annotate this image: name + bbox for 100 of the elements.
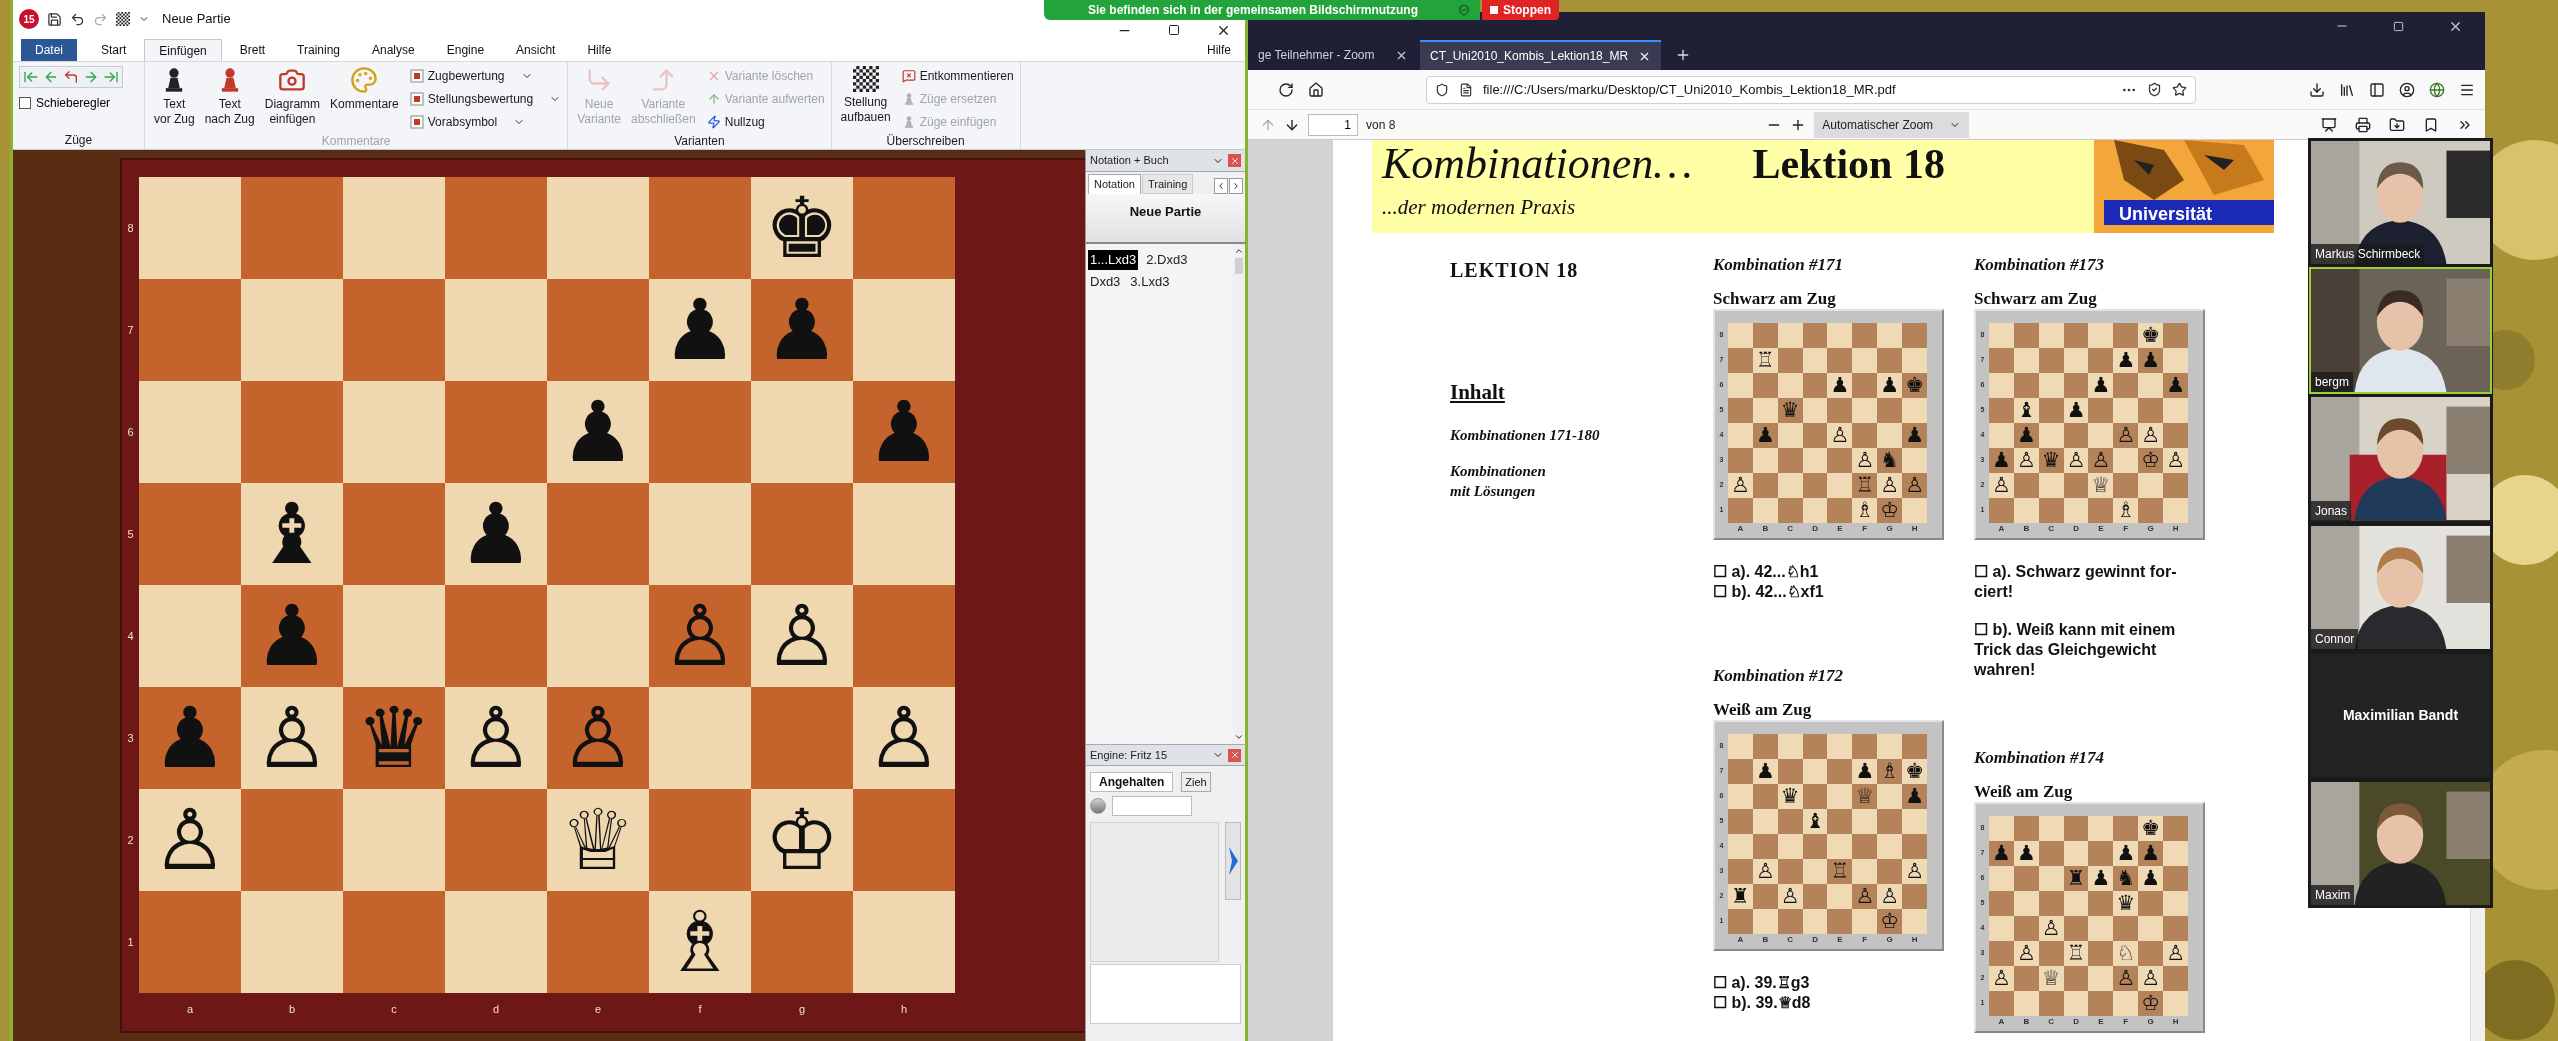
checkbox[interactable] xyxy=(19,97,31,109)
chess-piece[interactable]: ♟ xyxy=(458,492,534,576)
chess-piece[interactable]: ♟ xyxy=(866,390,942,474)
video-tile[interactable]: Maxim xyxy=(2309,779,2492,908)
board-square[interactable]: ♟ xyxy=(547,381,649,483)
file-menu[interactable]: Datei xyxy=(21,39,77,61)
board-square[interactable] xyxy=(445,891,547,993)
board-square[interactable] xyxy=(241,891,343,993)
bookmark-star-icon[interactable] xyxy=(2172,82,2187,97)
maximize-icon[interactable] xyxy=(1168,24,1180,36)
board-square[interactable] xyxy=(343,279,445,381)
video-tile[interactable]: Jonas xyxy=(2309,395,2492,523)
save-icon[interactable] xyxy=(2389,116,2405,133)
chess-piece[interactable]: ♛ xyxy=(356,696,432,780)
board-square[interactable]: ♟ xyxy=(751,279,853,381)
board-square[interactable] xyxy=(649,381,751,483)
board-square[interactable] xyxy=(853,585,955,687)
chess-piece[interactable]: ♚ xyxy=(764,186,840,270)
board-square[interactable] xyxy=(547,891,649,993)
chess-piece[interactable]: ♟ xyxy=(764,288,840,372)
engine-field[interactable] xyxy=(1112,796,1192,816)
board-square[interactable] xyxy=(649,177,751,279)
board-square[interactable] xyxy=(343,789,445,891)
chess-piece[interactable]: ♙ xyxy=(866,696,942,780)
home-icon[interactable] xyxy=(1308,81,1324,98)
menu-tab[interactable]: Ansicht xyxy=(502,39,570,61)
video-tile[interactable]: Markus Schirmbeck xyxy=(2309,139,2492,267)
board-square[interactable] xyxy=(547,177,649,279)
sidebar-icon[interactable] xyxy=(2369,81,2385,98)
board-square[interactable]: ♙ xyxy=(139,789,241,891)
board-square[interactable] xyxy=(853,177,955,279)
board-square[interactable]: ♕ xyxy=(547,789,649,891)
menu-tab[interactable]: Engine xyxy=(432,39,499,61)
menu-tab[interactable]: Training xyxy=(283,39,354,61)
board-square[interactable] xyxy=(343,891,445,993)
board-square[interactable] xyxy=(139,279,241,381)
board-square[interactable] xyxy=(751,381,853,483)
chess-piece[interactable]: ♙ xyxy=(560,696,636,780)
stop-button[interactable]: Stoppen xyxy=(1482,0,1559,20)
chess-piece[interactable]: ♟ xyxy=(254,594,330,678)
close-button[interactable] xyxy=(1228,748,1241,762)
expand-button[interactable] xyxy=(1225,822,1241,900)
board-square[interactable]: ♟ xyxy=(649,279,751,381)
scrollbar[interactable] xyxy=(1233,244,1245,744)
board-square[interactable] xyxy=(445,279,547,381)
board-square[interactable]: ♙ xyxy=(751,585,853,687)
bookmark-icon[interactable] xyxy=(2423,116,2439,133)
board-square[interactable] xyxy=(241,789,343,891)
help-link[interactable]: Hilfe xyxy=(1207,39,1231,61)
chess-piece[interactable]: ♝ xyxy=(254,492,330,576)
board-square[interactable] xyxy=(751,687,853,789)
board-square[interactable]: ♔ xyxy=(751,789,853,891)
board-square[interactable] xyxy=(649,483,751,585)
browser-tab[interactable]: CT_Uni2010_Kombis_Lektion18_MR xyxy=(1420,40,1662,70)
chess-piece[interactable]: ♔ xyxy=(764,798,840,882)
scroll-tabs-button[interactable] xyxy=(1229,178,1243,194)
scroll-tabs-button[interactable] xyxy=(1214,178,1228,194)
board-square[interactable]: ♙ xyxy=(853,687,955,789)
board-square[interactable]: ♟ xyxy=(445,483,547,585)
board-square[interactable] xyxy=(241,279,343,381)
board-square[interactable]: ♚ xyxy=(751,177,853,279)
scroll-down-icon[interactable] xyxy=(1234,732,1244,742)
scroll-thumb[interactable] xyxy=(1235,258,1243,274)
board-square[interactable] xyxy=(649,687,751,789)
board-square[interactable] xyxy=(445,381,547,483)
board-square[interactable] xyxy=(445,789,547,891)
board-square[interactable]: ♙ xyxy=(445,687,547,789)
comment-field[interactable] xyxy=(1090,964,1241,1024)
url-bar[interactable]: file:///C:/Users/marku/Desktop/CT_Uni2010_Kombis_Lektion18_MR.pdf xyxy=(1426,75,2196,104)
slider-checkbox[interactable]: Schieberegler xyxy=(19,94,123,112)
panel-tab[interactable]: Notation xyxy=(1088,174,1141,194)
last-move-icon[interactable] xyxy=(103,69,119,85)
chess-piece[interactable]: ♙ xyxy=(764,594,840,678)
globe-icon[interactable] xyxy=(2429,81,2445,98)
redo-icon[interactable] xyxy=(93,11,108,27)
board-square[interactable] xyxy=(139,891,241,993)
ribbon-button[interactable]: Stellung aufbauen xyxy=(837,66,894,132)
undo-icon[interactable] xyxy=(70,11,85,27)
board-square[interactable]: ♟ xyxy=(241,585,343,687)
library-icon[interactable] xyxy=(2339,81,2355,98)
scroll-up-icon[interactable] xyxy=(1234,246,1244,256)
video-tile[interactable]: Maximilian Bandt xyxy=(2309,651,2492,779)
chess-piece[interactable]: ♟ xyxy=(152,696,228,780)
presentation-icon[interactable] xyxy=(2321,116,2337,133)
board-square[interactable] xyxy=(853,891,955,993)
close-button[interactable] xyxy=(1228,154,1241,167)
move[interactable]: 1...Lxd3 xyxy=(1088,250,1139,270)
move[interactable]: 2.Dxd3 xyxy=(1144,250,1190,270)
chess-piece[interactable]: ♟ xyxy=(662,288,738,372)
board-square[interactable]: ♟ xyxy=(853,381,955,483)
board-square[interactable] xyxy=(139,177,241,279)
reload-icon[interactable] xyxy=(1278,81,1294,98)
board-square[interactable]: ♙ xyxy=(547,687,649,789)
page-number-field[interactable]: 1 xyxy=(1308,113,1358,136)
ribbon-button[interactable]: Entkommentieren xyxy=(901,66,1014,86)
chess-piece[interactable]: ♙ xyxy=(254,696,330,780)
chess-piece[interactable]: ♙ xyxy=(458,696,534,780)
menu-tab[interactable]: Analyse xyxy=(358,39,429,61)
video-tile[interactable]: bergm xyxy=(2309,267,2492,395)
chess-piece[interactable]: ♕ xyxy=(560,798,636,882)
